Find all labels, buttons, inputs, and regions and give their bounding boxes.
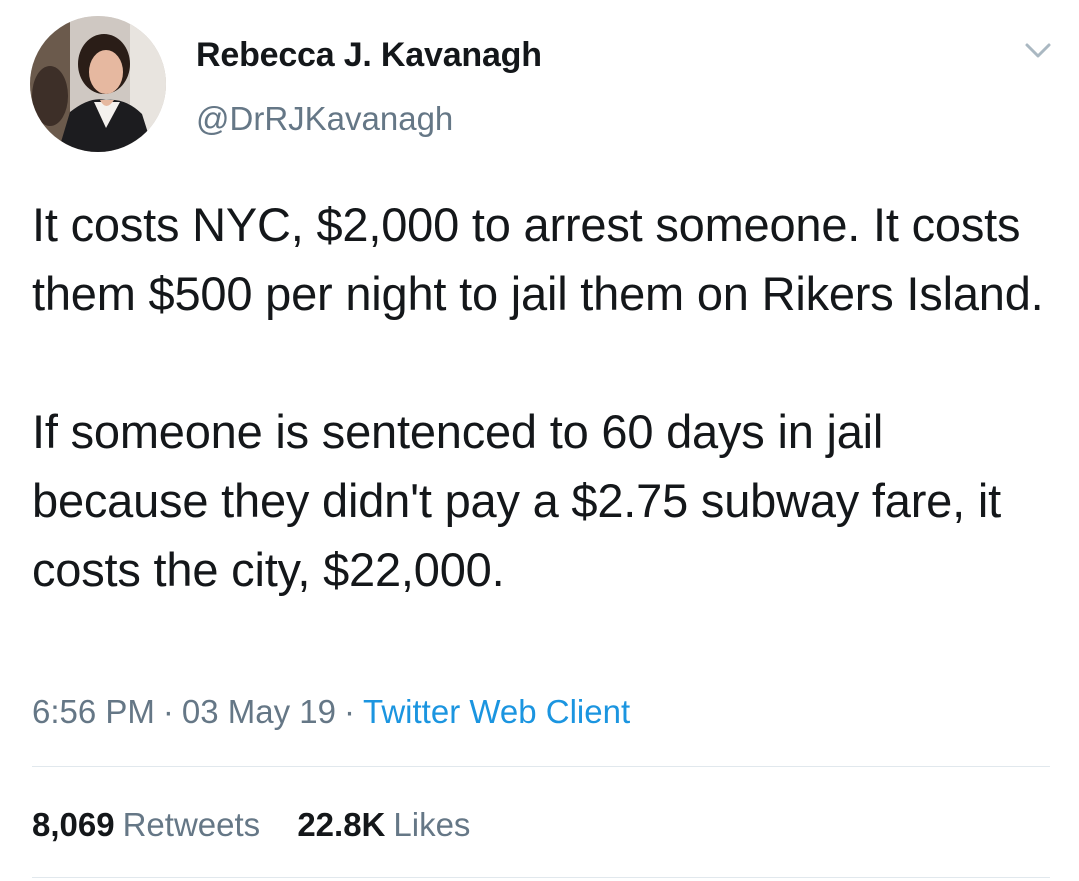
likes-stat[interactable]: 22.8K Likes bbox=[297, 806, 470, 844]
meta-separator: · bbox=[344, 693, 355, 730]
tweet-meta: 6:56 PM · 03 May 19 · Twitter Web Client bbox=[32, 693, 630, 731]
profile-photo bbox=[30, 16, 166, 152]
tweet-text: It costs NYC, $2,000 to arrest someone. … bbox=[32, 198, 1044, 596]
tweet-date[interactable]: 03 May 19 bbox=[182, 693, 336, 730]
meta-separator: · bbox=[162, 693, 174, 730]
likes-count: 22.8K bbox=[297, 806, 386, 843]
author-display-name[interactable]: Rebecca J. Kavanagh bbox=[196, 36, 542, 75]
divider bbox=[32, 766, 1050, 767]
tweet-card: Rebecca J. Kavanagh @DrRJKavanagh It cos… bbox=[0, 0, 1079, 881]
divider bbox=[32, 877, 1050, 878]
retweets-count: 8,069 bbox=[32, 806, 115, 843]
tweet-stats: 8,069 Retweets 22.8K Likes bbox=[32, 806, 498, 844]
retweets-stat[interactable]: 8,069 Retweets bbox=[32, 806, 260, 844]
retweets-label: Retweets bbox=[122, 806, 261, 843]
chevron-down-icon[interactable] bbox=[1018, 36, 1058, 66]
client-link[interactable]: Twitter Web Client bbox=[363, 693, 630, 730]
likes-label: Likes bbox=[393, 806, 471, 843]
author-handle[interactable]: @DrRJKavanagh bbox=[196, 100, 453, 138]
avatar[interactable] bbox=[30, 16, 166, 152]
tweet-time[interactable]: 6:56 PM bbox=[32, 693, 155, 730]
